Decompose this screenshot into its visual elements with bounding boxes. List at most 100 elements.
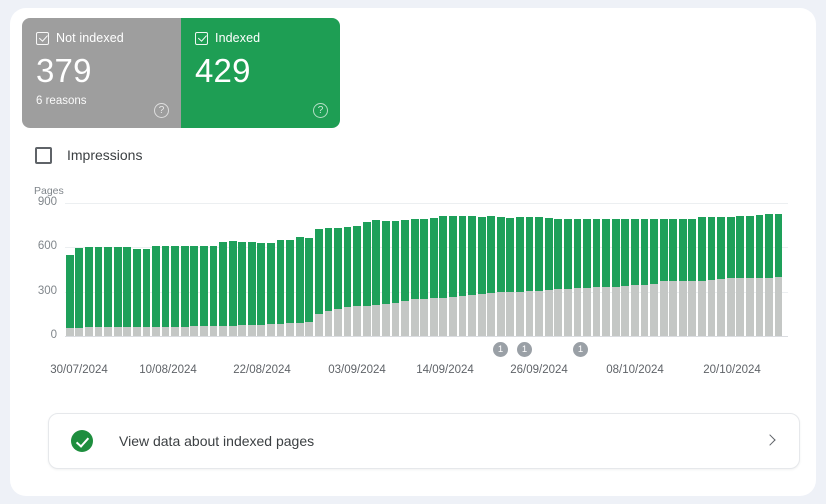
bar[interactable] [381,203,391,336]
bar[interactable] [151,203,161,336]
bar[interactable] [688,203,698,336]
impressions-toggle[interactable]: Impressions [35,144,142,166]
bar[interactable] [362,203,372,336]
bar[interactable] [276,203,286,336]
bar[interactable] [94,203,104,336]
bar[interactable] [477,203,487,336]
bar[interactable] [132,203,142,336]
bar[interactable] [161,203,171,336]
bar-segment-indexed [573,218,582,288]
bar[interactable] [582,203,592,336]
help-icon[interactable]: ? [154,103,169,118]
bar[interactable] [448,203,458,336]
bar[interactable] [209,203,219,336]
bar[interactable] [544,203,554,336]
bar[interactable] [400,203,410,336]
bar[interactable] [755,203,765,336]
bar[interactable] [410,203,420,336]
bar[interactable] [592,203,602,336]
bar[interactable] [563,203,573,336]
bar[interactable] [601,203,611,336]
bar[interactable] [372,203,382,336]
checkbox-checked-icon[interactable] [36,31,49,45]
bar[interactable] [218,203,228,336]
bar[interactable] [439,203,449,336]
bar[interactable] [429,203,439,336]
bar-segment-not-indexed [85,327,93,336]
bar[interactable] [247,203,257,336]
bar[interactable] [630,203,640,336]
bar[interactable] [716,203,726,336]
bar[interactable] [122,203,132,336]
bar[interactable] [199,203,209,336]
bar[interactable] [506,203,516,336]
bar[interactable] [525,203,535,336]
bar-segment-indexed [631,219,639,286]
bar[interactable] [486,203,496,336]
x-tick-label: 08/10/2024 [606,364,664,376]
bar-segment-not-indexed [755,278,764,336]
bar[interactable] [553,203,563,336]
bar[interactable] [304,203,314,336]
bar[interactable] [726,203,736,336]
bar-segment-not-indexed [113,327,122,336]
bar[interactable] [237,203,247,336]
bar-segment-not-indexed [774,277,783,336]
bar[interactable] [659,203,669,336]
checkbox-unchecked-icon[interactable] [35,146,52,164]
checkbox-checked-icon[interactable] [195,31,208,45]
bar-segment-indexed [276,239,285,325]
bar[interactable] [774,203,784,336]
bar[interactable] [668,203,678,336]
bar[interactable] [573,203,583,336]
bar[interactable] [295,203,305,336]
bar[interactable] [697,203,707,336]
bar[interactable] [84,203,94,336]
view-indexed-pages-link[interactable]: View data about indexed pages [48,413,800,469]
bar[interactable] [190,203,200,336]
bar[interactable] [515,203,525,336]
bar[interactable] [764,203,774,336]
bar[interactable] [257,203,267,336]
chevron-right-icon[interactable] [761,431,781,451]
bar[interactable] [103,203,113,336]
bar[interactable] [735,203,745,336]
bar[interactable] [496,203,506,336]
chart-annotation-badge[interactable]: 1 [493,342,508,357]
bar[interactable] [611,203,621,336]
bar[interactable] [170,203,180,336]
bar[interactable] [324,203,334,336]
bar[interactable] [391,203,401,336]
chart-annotation-badge[interactable]: 1 [517,342,532,357]
tile-indexed[interactable]: Indexed 429 ? [181,18,340,128]
bar[interactable] [113,203,123,336]
bar[interactable] [228,203,238,336]
bar[interactable] [266,203,276,336]
bar[interactable] [707,203,717,336]
bar[interactable] [467,203,477,336]
bar-segment-indexed [152,246,160,327]
bar-segment-not-indexed [736,278,745,336]
bar[interactable] [333,203,343,336]
bar[interactable] [352,203,362,336]
tile-not-indexed[interactable]: Not indexed 379 6 reasons ? [22,18,181,128]
bar[interactable] [314,203,324,336]
bar[interactable] [534,203,544,336]
help-icon[interactable]: ? [313,103,328,118]
bar[interactable] [343,203,353,336]
bar[interactable] [285,203,295,336]
bar[interactable] [678,203,688,336]
bar[interactable] [649,203,659,336]
bar[interactable] [180,203,190,336]
bar[interactable] [419,203,429,336]
bar-segment-indexed [391,220,400,303]
bar[interactable] [640,203,650,336]
bar[interactable] [745,203,755,336]
bar[interactable] [621,203,631,336]
bar[interactable] [142,203,152,336]
bar[interactable] [75,203,85,336]
bar-segment-not-indexed [631,285,639,336]
bar[interactable] [458,203,468,336]
chart-annotation-badge[interactable]: 1 [573,342,588,357]
bar[interactable] [65,203,75,336]
